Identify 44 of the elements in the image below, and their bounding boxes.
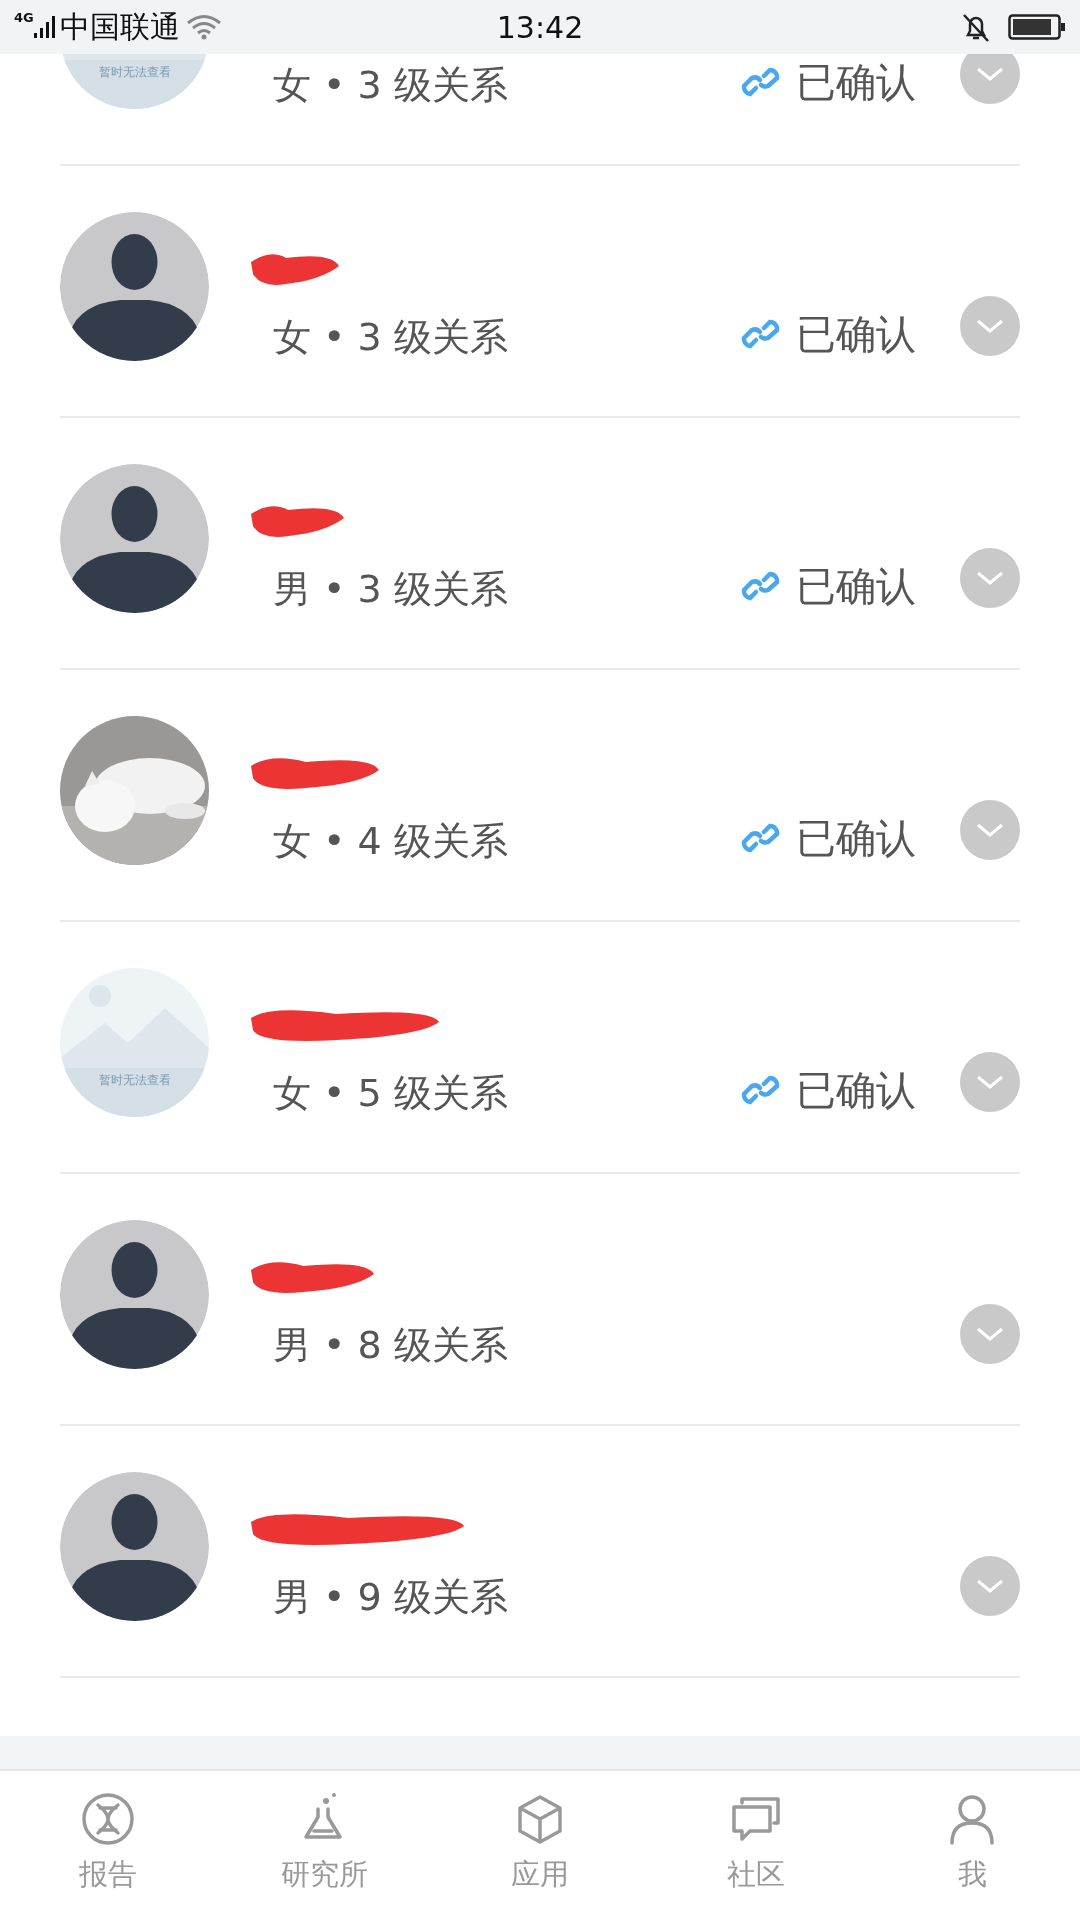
avatar-silhouette-icon	[60, 463, 209, 613]
network-type: 4G	[14, 10, 34, 25]
wifi-icon	[185, 14, 222, 40]
avatar-placeholder-text: 暂时无法查看	[98, 1072, 171, 1087]
tab-bar-item[interactable]: 报告	[0, 1771, 216, 1920]
expand-button[interactable]	[960, 1556, 1020, 1616]
clock-time: 13:42	[496, 9, 584, 45]
confirmed-label: 已确认	[796, 309, 916, 359]
expand-button[interactable]	[960, 54, 1020, 104]
chevron-down-icon	[975, 318, 1005, 334]
chevron-down-icon	[975, 66, 1005, 82]
confirmed-label: 已确认	[796, 57, 916, 107]
relation-label: 女 • 5 级关系	[273, 1069, 509, 1117]
confirmed-label: 已确认	[796, 561, 916, 611]
chevron-down-icon	[975, 822, 1005, 838]
chevron-down-icon	[975, 1074, 1005, 1090]
chevron-down-icon	[975, 1326, 1005, 1342]
expand-button[interactable]	[960, 296, 1020, 356]
tab-bar-item[interactable]: 应用	[432, 1771, 648, 1920]
tab-bar-item[interactable]: 社区	[648, 1771, 864, 1920]
chevron-down-icon	[975, 570, 1005, 586]
relation-label: 女 • 3 级关系	[273, 61, 509, 109]
dna-icon	[80, 1791, 136, 1847]
avatar-silhouette-icon	[60, 1219, 209, 1369]
chevron-down-icon	[975, 1578, 1005, 1594]
carrier-name: 中国联通	[59, 7, 180, 46]
confirmed-label: 已确认	[796, 1065, 916, 1115]
battery-icon	[1008, 14, 1066, 40]
avatar-silhouette-icon	[60, 1471, 209, 1621]
tab-bar-item[interactable]: 我	[864, 1771, 1080, 1920]
expand-button[interactable]	[960, 800, 1020, 860]
expand-button[interactable]	[960, 1304, 1020, 1364]
expand-button[interactable]	[960, 1052, 1020, 1112]
relation-label: 女 • 3 级关系	[273, 313, 509, 361]
relation-label: 男 • 3 级关系	[273, 565, 509, 613]
relation-label: 男 • 8 级关系	[273, 1321, 509, 1369]
signal-icon	[33, 15, 56, 39]
tab-bar-item[interactable]: 研究所	[216, 1771, 432, 1920]
avatar-silhouette-icon	[60, 211, 209, 361]
confirmed-label: 已确认	[796, 813, 916, 863]
expand-button[interactable]	[960, 548, 1020, 608]
avatar-placeholder-text: 暂时无法查看	[98, 64, 171, 79]
relation-label: 男 • 9 级关系	[273, 1573, 509, 1621]
relation-label: 女 • 4 级关系	[273, 817, 509, 865]
